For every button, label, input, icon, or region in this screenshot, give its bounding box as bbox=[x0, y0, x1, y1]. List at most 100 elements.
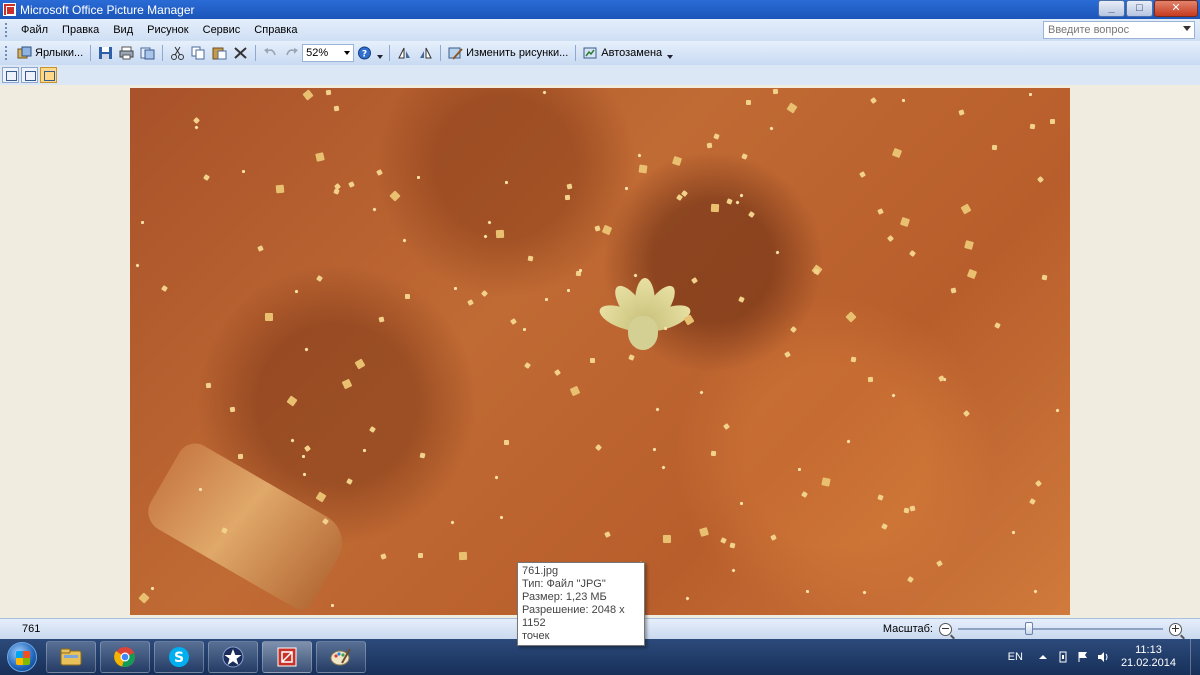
device-icon[interactable] bbox=[1057, 651, 1069, 663]
zoom-select[interactable]: 52% bbox=[302, 44, 355, 62]
soil-seedling-photo[interactable] bbox=[130, 88, 1070, 615]
perlite-speck bbox=[578, 268, 583, 273]
menu-help[interactable]: Справка bbox=[247, 22, 304, 38]
perlite-speck bbox=[877, 494, 884, 501]
show-hidden-icons-icon[interactable] bbox=[1037, 651, 1049, 663]
menu-file[interactable]: Файл bbox=[14, 22, 55, 38]
toolbar-separator bbox=[90, 45, 92, 61]
picture-manager-icon bbox=[3, 3, 16, 16]
perlite-speck bbox=[628, 354, 635, 361]
perlite-speck bbox=[633, 273, 638, 278]
system-tray: EN 11:13 21.02.2014 bbox=[1008, 639, 1200, 675]
toolbar-options-icon[interactable] bbox=[665, 43, 675, 63]
perlite-speck bbox=[140, 220, 145, 225]
perlite-speck bbox=[870, 97, 877, 104]
autofix-button[interactable]: Автозамена bbox=[580, 43, 665, 63]
language-indicator[interactable]: EN bbox=[1008, 651, 1023, 663]
paste-button[interactable] bbox=[209, 43, 230, 63]
perlite-speck bbox=[304, 347, 309, 352]
menu-tools[interactable]: Сервис bbox=[196, 22, 248, 38]
perlite-speck bbox=[257, 245, 264, 252]
rotate-right-button[interactable] bbox=[415, 43, 436, 63]
perlite-speck bbox=[542, 90, 547, 95]
perlite-speck bbox=[813, 268, 820, 275]
perlite-speck bbox=[544, 297, 549, 302]
perlite-speck bbox=[901, 98, 906, 103]
perlite-speck bbox=[723, 423, 730, 430]
perlite-speck bbox=[494, 475, 499, 480]
perlite-speck bbox=[685, 596, 690, 601]
taskbar-chrome[interactable] bbox=[100, 641, 150, 673]
cut-button[interactable] bbox=[167, 43, 188, 63]
taskbar-paint[interactable] bbox=[316, 641, 366, 673]
perlite-speck bbox=[483, 234, 488, 239]
perlite-speck bbox=[862, 590, 867, 595]
perlite-speck bbox=[161, 285, 168, 292]
print-button[interactable] bbox=[116, 43, 137, 63]
thumbnail-view-button[interactable] bbox=[2, 67, 19, 83]
menu-edit[interactable]: Правка bbox=[55, 22, 106, 38]
shortcuts-button[interactable]: Ярлыки... bbox=[14, 43, 86, 63]
taskbar-skype[interactable]: S bbox=[154, 641, 204, 673]
volume-icon[interactable] bbox=[1097, 651, 1109, 663]
minimize-button[interactable]: _ bbox=[1098, 0, 1125, 17]
perlite-speck bbox=[710, 203, 720, 213]
perlite-speck bbox=[450, 520, 455, 525]
rotate-left-button[interactable] bbox=[394, 43, 415, 63]
show-desktop-button[interactable] bbox=[1190, 639, 1200, 675]
help-search-input[interactable]: Введите вопрос bbox=[1043, 21, 1195, 39]
action-center-flag-icon[interactable] bbox=[1077, 651, 1089, 663]
chevron-down-icon[interactable] bbox=[344, 51, 351, 55]
clock[interactable]: 11:13 21.02.2014 bbox=[1121, 644, 1176, 670]
maximize-button[interactable]: □ bbox=[1126, 0, 1153, 17]
perlite-speck bbox=[738, 296, 745, 303]
help-button[interactable]: ? bbox=[354, 43, 375, 63]
shortcuts-icon bbox=[17, 46, 32, 59]
perlite-speck bbox=[699, 390, 704, 395]
save-icon bbox=[99, 47, 113, 59]
perlite-speck bbox=[805, 589, 810, 594]
single-picture-view-button[interactable] bbox=[40, 67, 57, 83]
perlite-speck bbox=[850, 356, 857, 363]
chevron-down-icon[interactable] bbox=[1183, 26, 1191, 31]
toolbar-separator bbox=[389, 45, 391, 61]
perlite-speck bbox=[341, 378, 353, 390]
menu-view[interactable]: Вид bbox=[106, 22, 140, 38]
delete-icon bbox=[234, 47, 247, 59]
perlite-speck bbox=[789, 325, 798, 334]
perlite-speck bbox=[1033, 589, 1038, 594]
perlite-speck bbox=[203, 174, 210, 181]
zoom-out-icon[interactable] bbox=[939, 622, 952, 636]
perlite-speck bbox=[706, 142, 713, 149]
taskbar-explorer[interactable] bbox=[46, 641, 96, 673]
delete-button[interactable] bbox=[230, 43, 251, 63]
scissors-icon bbox=[171, 46, 185, 60]
undo-button[interactable] bbox=[260, 43, 281, 63]
copy-button[interactable] bbox=[188, 43, 209, 63]
perlite-speck bbox=[503, 439, 510, 446]
perlite-speck bbox=[378, 316, 385, 323]
zoom-in-icon[interactable] bbox=[1169, 622, 1182, 636]
perlite-speck bbox=[590, 358, 595, 363]
save-button[interactable] bbox=[95, 43, 116, 63]
zoom-slider[interactable] bbox=[958, 621, 1163, 637]
start-button[interactable] bbox=[2, 639, 42, 675]
menu-grip-icon[interactable] bbox=[5, 23, 8, 37]
export-button[interactable] bbox=[137, 43, 158, 63]
zoom-slider-thumb[interactable] bbox=[1025, 622, 1033, 635]
perlite-speck bbox=[417, 552, 424, 559]
perlite-speck bbox=[739, 193, 744, 198]
perlite-speck bbox=[899, 216, 911, 228]
redo-button[interactable] bbox=[281, 43, 302, 63]
close-button[interactable]: ✕ bbox=[1154, 0, 1198, 17]
taskbar-picture-manager[interactable] bbox=[262, 641, 312, 673]
toolbar-options-icon[interactable] bbox=[375, 43, 385, 63]
zoom-control: Масштаб: bbox=[883, 621, 1182, 637]
edit-pictures-button[interactable]: Изменить рисунки... bbox=[445, 43, 571, 63]
menu-picture[interactable]: Рисунок bbox=[140, 22, 196, 38]
filmstrip-view-button[interactable] bbox=[21, 67, 38, 83]
taskbar-star-app[interactable] bbox=[208, 641, 258, 673]
perlite-speck bbox=[524, 362, 531, 369]
skype-icon: S bbox=[169, 647, 189, 667]
toolbar-grip-icon[interactable] bbox=[5, 46, 8, 60]
